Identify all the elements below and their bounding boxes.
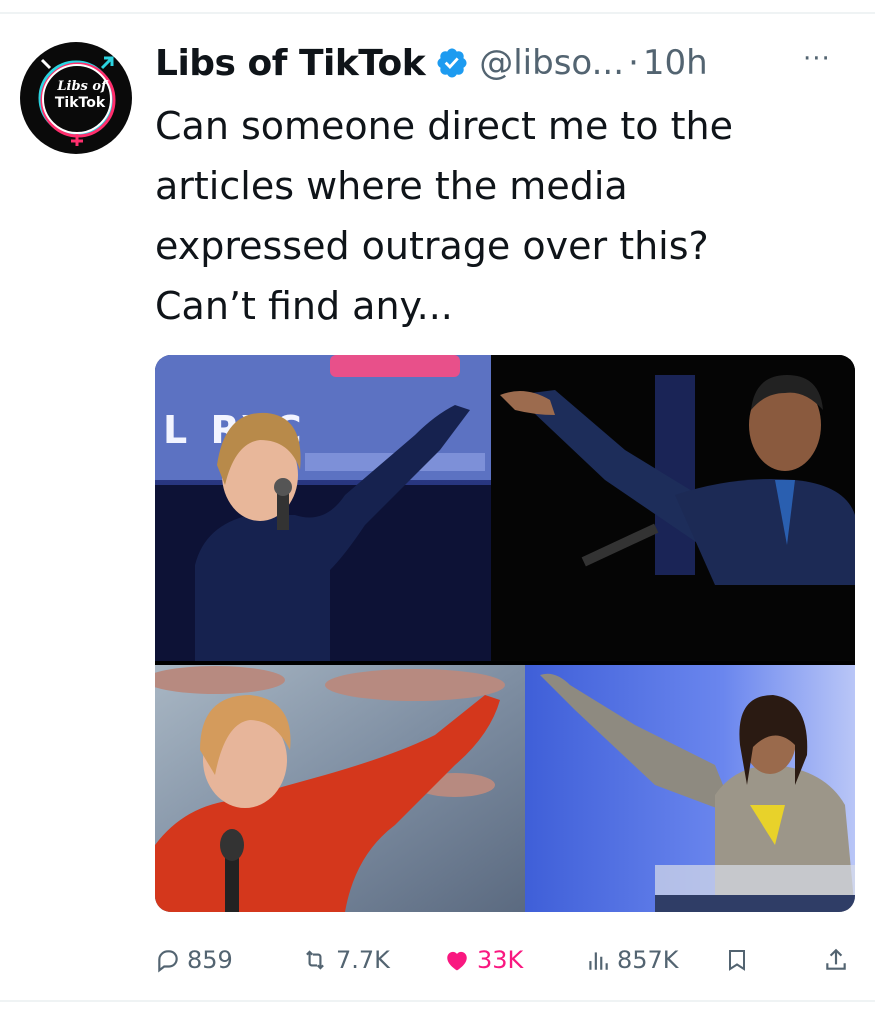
tweet-text: Can someone direct me to the articles wh… <box>155 96 845 336</box>
bottom-divider <box>0 1000 875 1002</box>
verified-badge-icon <box>437 48 467 78</box>
timestamp[interactable]: 10h <box>643 43 708 83</box>
repost-count: 7.7K <box>336 946 390 974</box>
heart-icon <box>447 951 467 971</box>
avatar-line1: Libs of <box>57 79 107 94</box>
more-options-icon[interactable]: ··· <box>803 44 831 74</box>
display-name[interactable]: Libs of TikTok <box>155 43 426 84</box>
tweet-header: Libs of TikTok @libso... · 10h <box>155 38 708 88</box>
top-divider <box>0 12 875 14</box>
panel-bottom-left <box>155 665 525 912</box>
views-chart-icon <box>589 952 608 970</box>
reply-icon <box>158 950 178 973</box>
separator: · <box>628 43 639 83</box>
panel-top-right <box>491 355 855 661</box>
share-icon <box>826 948 846 970</box>
share-button[interactable] <box>823 940 855 980</box>
media-collage: L RYC <box>155 355 855 912</box>
tweet-text-line: Can someone direct me to the <box>155 104 733 148</box>
views-button[interactable]: 857K <box>585 940 679 980</box>
handle[interactable]: @libso... <box>479 43 624 83</box>
avatar-line2: TikTok <box>54 95 106 111</box>
views-count: 857K <box>617 946 679 974</box>
repost-icon <box>306 950 324 970</box>
reply-count: 859 <box>187 946 233 974</box>
tweet-text-line: Can’t find any... <box>155 284 453 328</box>
avatar[interactable]: Libs of TikTok <box>20 42 132 154</box>
panel-top-left: L RYC <box>155 355 491 661</box>
tweet-media-image[interactable]: L RYC <box>155 355 855 912</box>
bookmark-button[interactable] <box>725 940 755 980</box>
tweet-actions: 859 7.7K 33K 857K <box>155 940 855 980</box>
panel-bottom-right <box>525 665 855 912</box>
tweet-text-line: articles where the media <box>155 164 628 208</box>
reply-button[interactable]: 859 <box>155 940 233 980</box>
tweet-text-line: expressed outrage over this? <box>155 224 709 268</box>
repost-button[interactable]: 7.7K <box>300 940 390 980</box>
bookmark-icon <box>729 950 745 971</box>
like-count: 33K <box>477 946 524 974</box>
like-button[interactable]: 33K <box>443 940 523 980</box>
